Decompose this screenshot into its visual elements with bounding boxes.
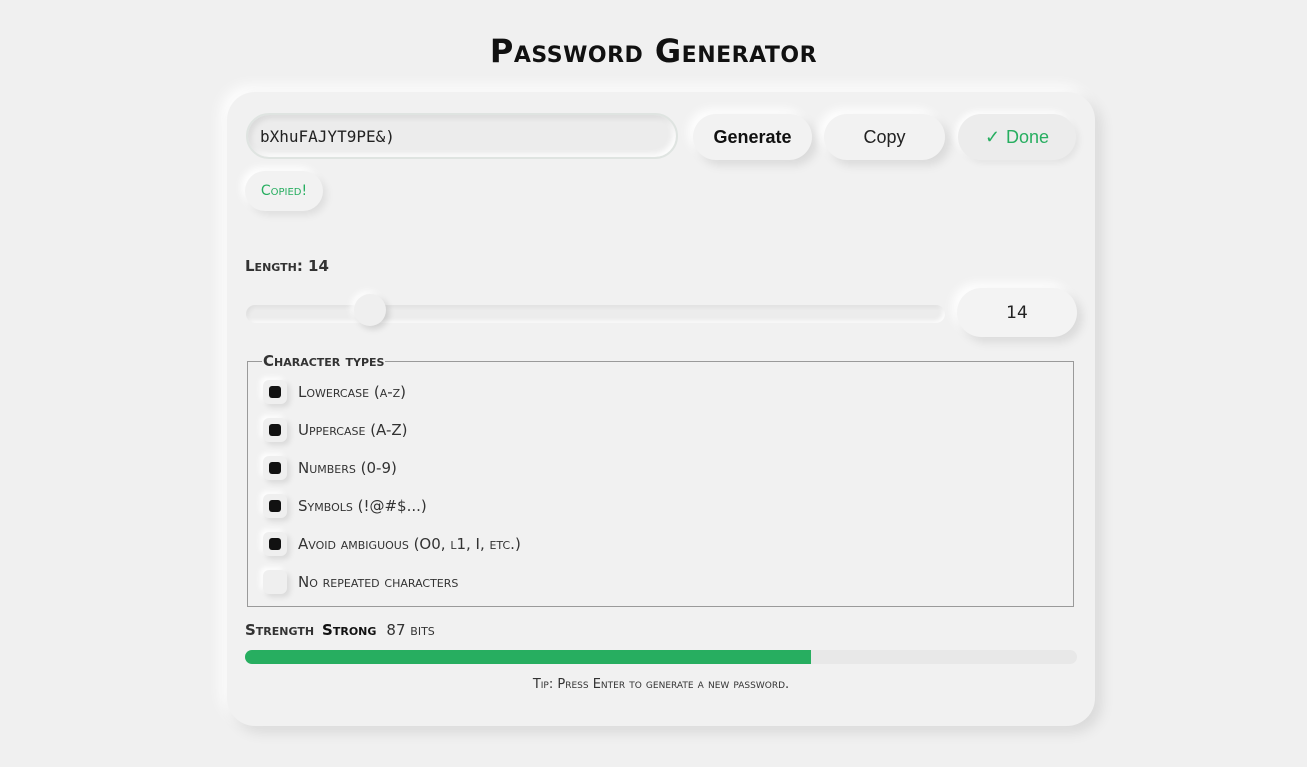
checkbox-mark bbox=[269, 424, 281, 436]
tip-text: Tip: Press Enter to generate a new passw… bbox=[532, 677, 790, 692]
checkbox[interactable] bbox=[263, 456, 287, 480]
strength-meter bbox=[245, 650, 1077, 664]
checkbox-mark bbox=[269, 462, 281, 474]
strength-label: Strength bbox=[245, 621, 315, 639]
checkbox[interactable] bbox=[263, 532, 287, 556]
checkbox-mark bbox=[269, 500, 281, 512]
password-field[interactable] bbox=[246, 113, 678, 159]
option-label: No repeated characters bbox=[298, 573, 459, 591]
option-label: Avoid ambiguous (O0, l1, I, etc.) bbox=[298, 535, 521, 553]
option-label: Uppercase (A-Z) bbox=[298, 421, 408, 439]
checkbox-mark bbox=[269, 386, 281, 398]
strength-meter-fill bbox=[245, 650, 811, 664]
done-label: Done bbox=[1006, 126, 1050, 147]
checkbox[interactable] bbox=[263, 494, 287, 518]
option-uppercase[interactable]: Uppercase (A-Z) bbox=[263, 417, 408, 443]
checkbox[interactable] bbox=[263, 380, 287, 404]
option-lowercase[interactable]: Lowercase (a-z) bbox=[263, 379, 406, 405]
length-slider-thumb[interactable] bbox=[354, 294, 386, 326]
check-icon: ✓ bbox=[984, 126, 1001, 147]
option-label: Lowercase (a-z) bbox=[298, 383, 407, 401]
copy-button[interactable]: Copy bbox=[824, 114, 945, 160]
copied-badge: Copied! bbox=[245, 171, 323, 211]
generate-button[interactable]: Generate bbox=[693, 114, 812, 160]
option-label: Numbers (0-9) bbox=[298, 459, 397, 477]
strength-row: Strength Strong 87 bits bbox=[245, 621, 435, 639]
checkbox[interactable] bbox=[263, 570, 287, 594]
done-button[interactable]: ✓ Done bbox=[958, 114, 1076, 160]
length-slider-track[interactable] bbox=[246, 305, 945, 323]
length-label: Length: 14 bbox=[245, 257, 329, 275]
checkbox-mark bbox=[269, 538, 281, 550]
page-title: Password Generator bbox=[489, 32, 818, 70]
checkbox[interactable] bbox=[263, 418, 287, 442]
option-avoid-ambiguous[interactable]: Avoid ambiguous (O0, l1, I, etc.) bbox=[263, 531, 521, 557]
option-symbols[interactable]: Symbols (!@#$...) bbox=[263, 493, 427, 519]
option-numbers[interactable]: Numbers (0-9) bbox=[263, 455, 397, 481]
character-types-legend: Character types bbox=[263, 352, 385, 370]
option-no-repeated[interactable]: No repeated characters bbox=[263, 569, 458, 595]
option-label: Symbols (!@#$...) bbox=[298, 497, 427, 515]
length-number-input[interactable]: 14 bbox=[957, 288, 1077, 337]
strength-bits: 87 bits bbox=[386, 621, 435, 639]
strength-value: Strong bbox=[322, 621, 377, 639]
